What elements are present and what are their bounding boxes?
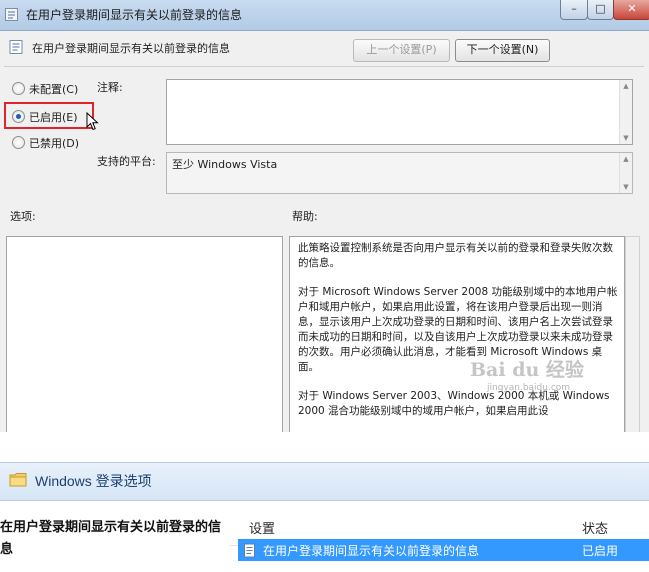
row-setting-name[interactable]: 在用户登录期间显示有关以前登录的信息 [263,542,479,559]
scroll-up-icon[interactable]: ▲ [620,81,632,91]
annotation-highlight-box [4,102,94,129]
platform-scrollbar[interactable]: ▲ ▼ [619,153,632,193]
scroll-down-icon[interactable]: ▼ [620,182,632,192]
policy-dialog: 在用户登录期间显示有关以前登录的信息 – □ ✕ 在用户登录期间显示有关以前登录… [0,0,649,432]
radio-not-configured[interactable]: 未配置(C) [12,79,92,97]
divider [4,66,644,67]
options-label: 选项: [10,210,36,223]
policy-setting-icon [244,543,255,558]
panel-title: Windows 登录选项 [35,473,152,489]
help-label: 帮助: [292,210,318,223]
watermark-url: jingyan.baidu.com [487,383,571,393]
minimize-button[interactable]: – [560,0,588,20]
radio-circle-icon[interactable] [12,136,25,149]
comment-textarea[interactable]: ▲ ▼ [166,79,633,145]
scroll-down-icon[interactable]: ▼ [620,133,632,143]
comment-scrollbar[interactable]: ▲ ▼ [619,80,632,144]
watermark-logo: Bai du 经验 [470,359,584,381]
radio-label: 未配置(C) [29,83,79,96]
window-title: 在用户登录期间显示有关以前登录的信息 [26,8,243,22]
close-button[interactable]: ✕ [613,0,649,20]
supported-platform-value: 至少 Windows Vista [172,158,278,171]
help-paragraph: 此策略设置控制系统是否向用户显示有关以前的登录和登录失败次数的信息。 [298,242,613,269]
supported-platform-label: 支持的平台: [97,155,156,168]
previous-setting-button[interactable]: 上一个设置(P) [353,39,450,62]
comment-label: 注释: [97,81,123,94]
column-header-setting[interactable]: 设置 [249,518,275,537]
radio-circle-icon[interactable] [12,82,25,95]
options-pane [6,236,283,432]
row-state-value: 已启用 [582,544,619,558]
radio-disabled[interactable]: 已禁用(D) [12,133,92,151]
maximize-button[interactable]: □ [587,0,614,20]
setting-icon [9,40,23,54]
folder-icon [9,473,27,487]
help-paragraph: 对于 Windows Server 2003、Windows 2000 本机或 … [298,390,610,417]
help-pane: 此策略设置控制系统是否向用户显示有关以前的登录和登录失败次数的信息。 对于 Mi… [289,236,625,432]
policy-icon [5,8,18,21]
supported-platform-box: 至少 Windows Vista ▲ ▼ [166,152,633,194]
title-bar: 在用户登录期间显示有关以前登录的信息 – □ ✕ [0,0,649,31]
policy-description: 在用户登录期间显示有关以前登录的信息 [0,520,222,557]
mouse-cursor-icon [86,112,99,131]
column-header-state[interactable]: 状态 [582,518,608,537]
help-text: 此策略设置控制系统是否向用户显示有关以前的登录和登录失败次数的信息。 对于 Mi… [298,241,618,432]
scroll-up-icon[interactable]: ▲ [620,154,632,164]
radio-label: 已禁用(D) [29,137,80,150]
setting-title: 在用户登录期间显示有关以前登录的信息 [32,42,230,55]
help-scrollbar[interactable] [625,236,640,432]
next-setting-button[interactable]: 下一个设置(N) [455,39,550,62]
